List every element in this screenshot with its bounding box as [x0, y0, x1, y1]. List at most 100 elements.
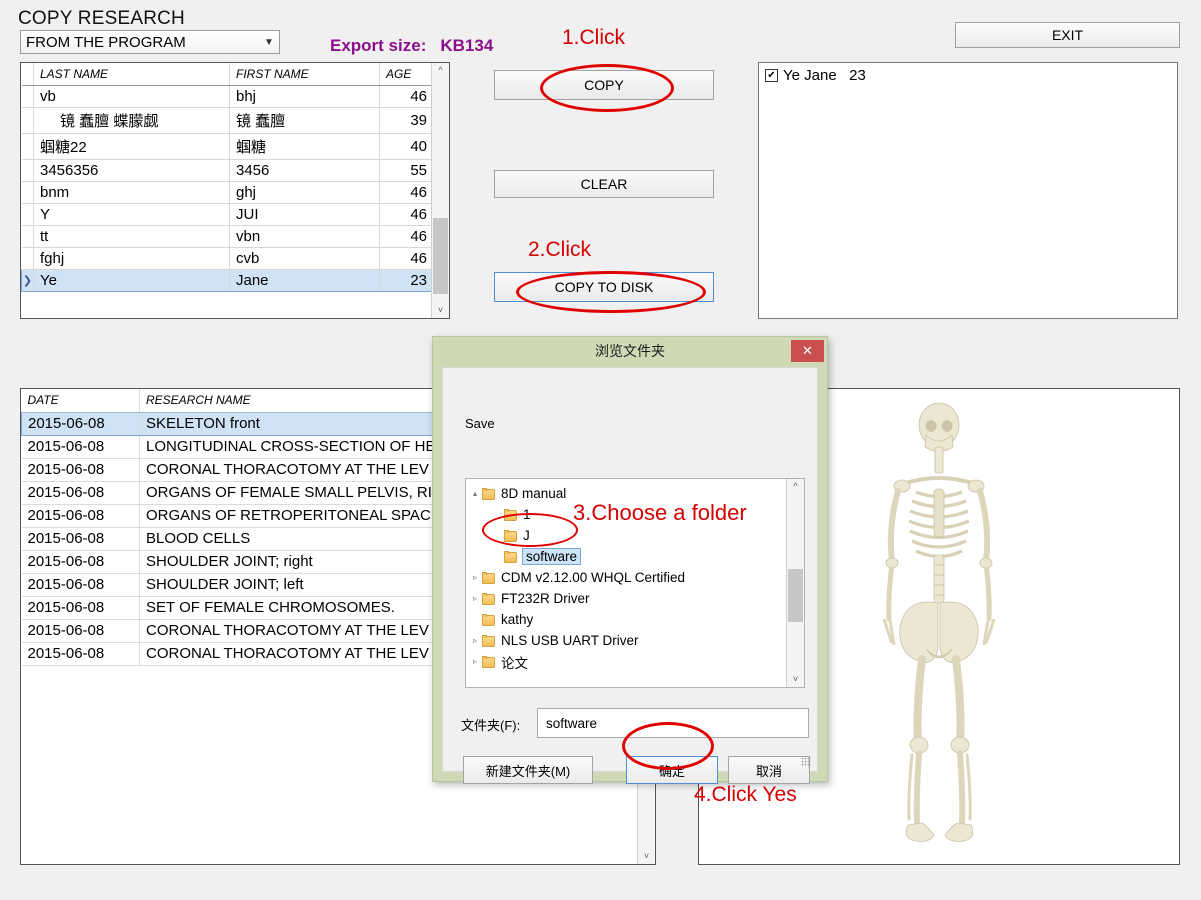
- folder-icon: [482, 487, 496, 500]
- folder-label: 8D manual: [501, 486, 567, 501]
- table-row[interactable]: 镜 蠢膻 蝶朦觑镜 蠢膻 39: [21, 107, 431, 134]
- cell-age: 46: [379, 203, 431, 226]
- selected-rows: ✔ Ye Jane 23: [765, 67, 1171, 84]
- table-row[interactable]: Y JUI 46: [21, 203, 431, 226]
- cell-first-name: cvb: [229, 247, 380, 270]
- folder-label: J: [523, 528, 530, 543]
- scroll-track[interactable]: [432, 78, 449, 303]
- folder-name-input[interactable]: software: [537, 708, 809, 738]
- table-header-row: LAST NAME FIRST NAME AGE: [21, 63, 431, 86]
- row-marker: [21, 203, 34, 226]
- twisty-icon[interactable]: ▹: [468, 657, 482, 666]
- folder-tree-item[interactable]: software: [468, 546, 786, 567]
- table-row[interactable]: tt vbn 46: [21, 225, 431, 248]
- cell-date: 2015-06-08: [21, 435, 140, 459]
- column-header-first-name[interactable]: FIRST NAME: [229, 63, 380, 86]
- ok-button[interactable]: 确定: [626, 756, 718, 784]
- folder-tree-item[interactable]: J: [468, 525, 786, 546]
- cell-last-name: fghj: [33, 247, 230, 270]
- copy-to-disk-button[interactable]: COPY TO DISK: [494, 272, 714, 302]
- export-size-value: KB134: [440, 36, 494, 55]
- cell-last-name: 蝈糖22: [33, 133, 230, 160]
- selected-items-list[interactable]: ✔ Ye Jane 23: [758, 62, 1178, 319]
- folder-tree-item[interactable]: kathy: [468, 609, 786, 630]
- cell-first-name: Jane: [229, 268, 380, 292]
- cancel-button[interactable]: 取消: [728, 756, 810, 784]
- cell-age: 23: [379, 268, 431, 292]
- cell-first-name: 3456: [229, 159, 380, 182]
- cell-last-name: 3456356: [33, 159, 230, 182]
- column-header-date[interactable]: DATE: [21, 389, 140, 413]
- scroll-thumb[interactable]: [433, 217, 448, 294]
- browse-folder-dialog[interactable]: 浏览文件夹 ✕ Save ▴ 8D manual 1 Jsoftware ▹ CDM v2…: [432, 336, 828, 784]
- copy-button[interactable]: COPY: [494, 70, 714, 100]
- close-icon[interactable]: ✕: [791, 340, 824, 362]
- twisty-icon[interactable]: ▴: [468, 489, 482, 498]
- people-grid-body: LAST NAME FIRST NAME AGE vb bhj 46 镜 蠢膻 蝶朦觑…: [21, 63, 431, 318]
- twisty-icon[interactable]: ▹: [468, 573, 482, 582]
- cell-first-name: vbn: [229, 225, 380, 248]
- human-skeleton-front-view-image: [882, 402, 996, 842]
- people-grid[interactable]: LAST NAME FIRST NAME AGE vb bhj 46 镜 蠢膻 蝶朦觑…: [20, 62, 450, 319]
- table-row[interactable]: ❯ Ye Jane 23: [21, 268, 431, 292]
- table-row[interactable]: fghj cvb 46: [21, 247, 431, 270]
- dialog-body: Save ▴ 8D manual 1 Jsoftware ▹ CDM v2.12.00 W…: [442, 367, 818, 784]
- page-title: COPY RESEARCH: [18, 8, 185, 29]
- scroll-up-icon[interactable]: ^: [438, 63, 442, 78]
- cell-last-name: 镜 蠢膻 蝶朦觑: [33, 107, 230, 134]
- cell-first-name: bhj: [229, 85, 380, 108]
- folder-tree-item[interactable]: ▹ CDM v2.12.00 WHQL Certified: [468, 567, 786, 588]
- scroll-up-icon[interactable]: ^: [793, 479, 797, 494]
- cell-last-name: Y: [33, 203, 230, 226]
- people-rows: vb bhj 46 镜 蠢膻 蝶朦觑镜 蠢膻 39 蝈糖22 蝈糖 40 3456356 3456…: [21, 85, 431, 292]
- table-row[interactable]: 蝈糖22 蝈糖 40: [21, 133, 431, 160]
- list-item[interactable]: ✔ Ye Jane 23: [765, 67, 1171, 84]
- twisty-icon[interactable]: ▹: [468, 594, 482, 603]
- cell-first-name: 蝈糖: [229, 133, 380, 160]
- folder-label: 1: [523, 507, 531, 522]
- list-item-label: Ye Jane 23: [783, 67, 866, 84]
- exit-button[interactable]: EXIT: [955, 22, 1180, 48]
- scroll-down-icon[interactable]: ˅: [793, 672, 798, 687]
- source-select[interactable]: FROM THE PROGRAM ▼: [20, 30, 280, 54]
- folder-label: FT232R Driver: [501, 591, 590, 606]
- scroll-down-icon[interactable]: ˅: [644, 849, 649, 864]
- cell-last-name: bnm: [33, 181, 230, 204]
- cell-date: 2015-06-08: [21, 573, 140, 597]
- folder-label: NLS USB UART Driver: [501, 633, 639, 648]
- folder-tree-scrollbar[interactable]: ^ ˅: [786, 479, 804, 687]
- cell-first-name: JUI: [229, 203, 380, 226]
- clear-button[interactable]: CLEAR: [494, 170, 714, 198]
- scroll-down-icon[interactable]: ˅: [438, 303, 443, 318]
- cell-age: 39: [379, 107, 431, 134]
- chevron-down-icon[interactable]: ▼: [259, 37, 279, 48]
- table-row[interactable]: bnm ghj 46: [21, 181, 431, 204]
- scroll-thumb[interactable]: [788, 568, 803, 623]
- resize-grip[interactable]: [801, 757, 811, 767]
- column-header-age[interactable]: AGE: [379, 63, 431, 86]
- folder-tree-item[interactable]: ▹ NLS USB UART Driver: [468, 630, 786, 651]
- step1-annotation: 1.Click: [562, 26, 626, 49]
- cell-date: 2015-06-08: [21, 596, 140, 620]
- save-label: Save: [465, 416, 495, 431]
- checkbox-icon[interactable]: ✔: [765, 69, 778, 82]
- folder-icon: [482, 634, 496, 647]
- cell-date: 2015-06-08: [21, 619, 140, 643]
- twisty-icon[interactable]: ▹: [468, 636, 482, 645]
- row-marker: [21, 225, 34, 248]
- folder-label: 论文: [501, 655, 528, 671]
- folder-tree-item[interactable]: ▹ FT232R Driver: [468, 588, 786, 609]
- folder-icon: [504, 508, 518, 521]
- table-row[interactable]: vb bhj 46: [21, 85, 431, 108]
- folder-tree-item[interactable]: ▹ 论文: [468, 651, 786, 672]
- folder-field-label: 文件夹(F):: [461, 718, 521, 733]
- folder-icon: [482, 613, 496, 626]
- row-marker-header: [21, 63, 34, 86]
- dialog-titlebar[interactable]: 浏览文件夹: [433, 337, 827, 365]
- people-grid-scrollbar[interactable]: ^ ˅: [431, 63, 449, 318]
- table-row[interactable]: 3456356 3456 55: [21, 159, 431, 182]
- scroll-track[interactable]: [787, 494, 804, 672]
- folder-icon: [482, 571, 496, 584]
- column-header-last-name[interactable]: LAST NAME: [33, 63, 230, 86]
- new-folder-button[interactable]: 新建文件夹(M): [463, 756, 593, 784]
